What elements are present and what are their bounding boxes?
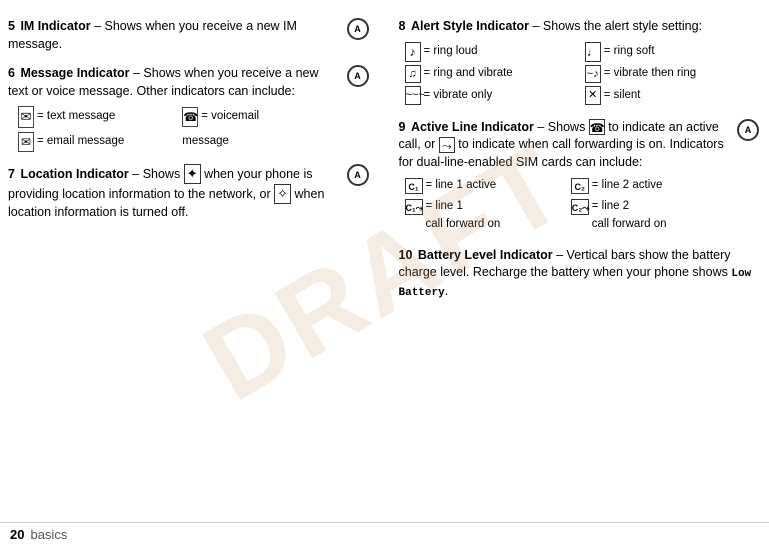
section-6: 6 Message Indicator – Shows when you rec… <box>8 65 369 152</box>
section-7-nav-icon: A <box>347 164 369 186</box>
ring-loud-icon: ♪ <box>405 42 421 62</box>
section-5-title: IM Indicator <box>20 19 90 33</box>
section-9-sub-grid: C₁ = line 1 active C₂ = line 2 active C₁… <box>405 177 730 233</box>
line2-active-label: = line 2 active <box>592 177 663 194</box>
ring-loud-label: = ring loud <box>424 43 478 60</box>
section-7-number: 7 <box>8 167 15 181</box>
ring-vibrate-icon: ♫ <box>405 65 421 84</box>
line1-active-label: = line 1 active <box>426 177 497 194</box>
line2-forward-label: = line 2call forward on <box>592 198 667 233</box>
page-number: 20 <box>10 527 24 542</box>
alert-ring-loud: ♪ = ring loud <box>405 42 579 62</box>
line2-active: C₂ = line 2 active <box>571 177 729 194</box>
section-6-sub-grid: ✉ = text message ☎ = voicemail ✉ = email… <box>18 106 339 152</box>
section-9-nav-icon: A <box>737 119 759 141</box>
line1-forward: C₁⤳ = line 1call forward on <box>405 198 563 233</box>
bottom-bar: 20 basics <box>0 522 769 546</box>
voicemail-label: = voicemail <box>201 108 259 125</box>
section-8-number: 8 <box>399 19 406 33</box>
ring-vibrate-label: = ring and vibrate <box>424 65 513 82</box>
line1-forward-icon: C₁⤳ <box>405 199 423 215</box>
sub-item-voicemail-label: message <box>182 132 338 152</box>
section-10-number: 10 <box>399 248 413 262</box>
section-8: 8 Alert Style Indicator – Shows the aler… <box>399 18 760 105</box>
left-column: 5 IM Indicator – Shows when you receive … <box>0 18 389 506</box>
section-9-title: Active Line Indicator <box>411 120 534 134</box>
section-6-text: 6 Message Indicator – Shows when you rec… <box>8 65 339 100</box>
section-7-text: 7 Location Indicator – Shows ✦ when your… <box>8 164 339 222</box>
section-10: 10 Battery Level Indicator – Vertical ba… <box>399 247 760 301</box>
alert-silent: ✕ = silent <box>585 86 759 105</box>
email-msg-icon: ✉ <box>18 132 34 152</box>
section-5-text: 5 IM Indicator – Shows when you receive … <box>8 18 339 53</box>
vibrate-ring-label: = vibrate then ring <box>604 65 696 82</box>
section-10-end: . <box>445 284 448 298</box>
sub-item-text-msg: ✉ = text message <box>18 106 174 128</box>
page-section-label: basics <box>30 527 67 542</box>
call-forward-icon: ⤳ <box>439 137 455 153</box>
vibrate-ring-icon: ~♪ <box>585 65 601 84</box>
sub-item-email: ✉ = email message <box>18 132 174 152</box>
ring-soft-label: = ring soft <box>604 43 655 60</box>
section-10-text: 10 Battery Level Indicator – Vertical ba… <box>399 247 760 301</box>
sub-item-voicemail: ☎ = voicemail <box>182 106 338 128</box>
section-7-suffix: – Shows <box>132 167 183 181</box>
alert-vibrate-only: ~~~ = vibrate only <box>405 86 579 105</box>
alert-ring-soft: ♩ = ring soft <box>585 42 759 62</box>
section-9-number: 9 <box>399 120 406 134</box>
section-5-nav-icon: A <box>347 18 369 40</box>
page-container: 5 IM Indicator – Shows when you receive … <box>0 0 769 546</box>
voicemail-icon: ☎ <box>182 107 198 127</box>
location-off-icon: ✧ <box>274 184 291 204</box>
section-10-title: Battery Level Indicator <box>418 248 553 262</box>
text-msg-icon: ✉ <box>18 106 34 128</box>
ring-soft-icon: ♩ <box>585 42 601 62</box>
section-8-suffix: – Shows the alert style setting: <box>529 19 702 33</box>
active-call-icon: ☎ <box>589 119 605 135</box>
section-8-text: 8 Alert Style Indicator – Shows the aler… <box>399 18 760 36</box>
silent-label: = silent <box>604 87 641 104</box>
section-7-title: Location Indicator <box>20 167 128 181</box>
section-5: 5 IM Indicator – Shows when you receive … <box>8 18 369 53</box>
line1-active-icon: C₁ <box>405 178 423 194</box>
text-msg-label: = text message <box>37 108 115 125</box>
alert-vibrate-ring: ~♪ = vibrate then ring <box>585 65 759 84</box>
section-9-suffix: – Shows <box>537 120 588 134</box>
section-6-number: 6 <box>8 66 15 80</box>
email-msg-label: = email message <box>37 133 124 150</box>
section-9: 9 Active Line Indicator – Shows ☎ to ind… <box>399 119 760 233</box>
vibrate-only-icon: ~~~ <box>405 86 421 105</box>
line1-active: C₁ = line 1 active <box>405 177 563 194</box>
location-on-icon: ✦ <box>184 164 201 184</box>
alert-ring-vibrate: ♫ = ring and vibrate <box>405 65 579 84</box>
section-8-sub-grid: ♪ = ring loud ♩ = ring soft ♫ = ring and… <box>405 42 760 105</box>
section-7: 7 Location Indicator – Shows ✦ when your… <box>8 164 369 222</box>
line2-forward-icon: C₂⤳ <box>571 199 589 215</box>
voicemail-msg-label-cont: message <box>182 133 229 150</box>
silent-icon: ✕ <box>585 86 601 105</box>
section-6-title: Message Indicator <box>20 66 129 80</box>
line1-forward-label: = line 1call forward on <box>426 198 501 233</box>
content-area: 5 IM Indicator – Shows when you receive … <box>0 10 769 536</box>
section-8-title: Alert Style Indicator <box>411 19 529 33</box>
section-5-number: 5 <box>8 19 15 33</box>
vibrate-only-label: = vibrate only <box>424 87 493 104</box>
section-6-nav-icon: A <box>347 65 369 87</box>
right-column: 8 Alert Style Indicator – Shows the aler… <box>389 18 760 506</box>
line2-active-icon: C₂ <box>571 178 589 194</box>
section-9-text: 9 Active Line Indicator – Shows ☎ to ind… <box>399 119 730 172</box>
line2-forward: C₂⤳ = line 2call forward on <box>571 198 729 233</box>
